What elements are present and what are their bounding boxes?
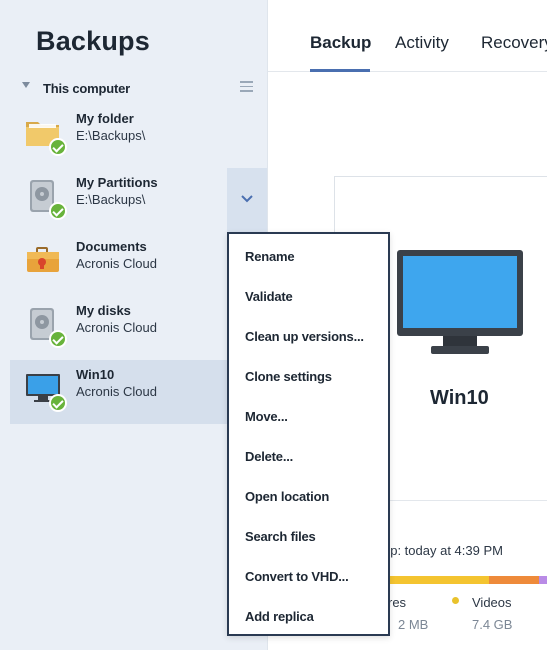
backup-name: My folder	[76, 111, 134, 126]
menu-item-search-files[interactable]: Search files	[245, 529, 316, 544]
hamburger-menu-icon[interactable]	[240, 81, 253, 93]
backup-location: E:\Backups\	[76, 192, 146, 207]
tab-backup[interactable]: Backup	[310, 33, 371, 53]
menu-item-clean-up-versions[interactable]: Clean up versions...	[245, 329, 364, 344]
backup-ok-check-icon	[49, 394, 67, 412]
backup-item-my-folder[interactable]: My folder E:\Backups\	[10, 104, 267, 168]
backup-name: My disks	[76, 303, 131, 318]
backup-location: Acronis Cloud	[76, 384, 157, 399]
legend-label: Videos	[472, 595, 512, 610]
menu-item-clone-settings[interactable]: Clone settings	[245, 369, 332, 384]
menu-item-validate[interactable]: Validate	[245, 289, 293, 304]
backup-name: Documents	[76, 239, 147, 254]
backup-location: Acronis Cloud	[76, 320, 157, 335]
monitor-icon	[397, 250, 525, 363]
backup-location: E:\Backups\	[76, 128, 146, 143]
usage-segment	[539, 576, 547, 584]
menu-item-convert-to-vhd[interactable]: Convert to VHD...	[245, 569, 349, 584]
monitor-icon	[25, 370, 67, 412]
backup-ok-check-icon	[49, 202, 67, 220]
menu-item-move[interactable]: Move...	[245, 409, 288, 424]
section-this-computer[interactable]: This computer	[0, 78, 268, 100]
backup-name: Win10	[76, 367, 115, 382]
section-label: This computer	[43, 81, 130, 96]
usage-segment	[489, 576, 539, 584]
backup-ok-check-icon	[49, 330, 67, 348]
backup-location: Acronis Cloud	[76, 256, 157, 271]
hard-drive-icon	[25, 178, 67, 220]
menu-item-open-location[interactable]: Open location	[245, 489, 329, 504]
menu-item-add-replica[interactable]: Add replica	[245, 609, 314, 624]
backup-ok-check-icon	[49, 138, 67, 156]
menu-item-delete[interactable]: Delete...	[245, 449, 293, 464]
chevron-down-icon	[241, 195, 253, 203]
legend-size: 2 MB	[398, 617, 429, 632]
legend-label: res	[388, 595, 407, 610]
legend-dot-icon	[452, 597, 459, 604]
folder-icon	[25, 114, 67, 156]
menu-item-rename[interactable]: Rename	[245, 249, 295, 264]
tab-recovery[interactable]: Recovery	[481, 33, 547, 53]
sidebar-title: Backups	[36, 26, 150, 56]
legend-size: 7.4 GB	[472, 617, 513, 632]
usage-segment	[383, 576, 489, 584]
source-title: Win10	[430, 387, 489, 409]
active-tab-indicator	[310, 69, 370, 72]
hard-drive-icon	[25, 306, 67, 348]
backup-options-dropdown-button[interactable]	[227, 168, 267, 232]
last-backup-text: up: today at 4:39 PM	[383, 543, 503, 558]
backup-item-my-partitions[interactable]: My Partitions E:\Backups\	[10, 168, 227, 232]
backup-context-menu: Rename Validate Clean up versions... Clo…	[227, 232, 390, 636]
caret-down-icon[interactable]	[22, 82, 30, 88]
briefcase-icon	[25, 242, 61, 278]
backup-name: My Partitions	[76, 175, 158, 190]
storage-usage-bar	[383, 576, 547, 584]
tab-activity[interactable]: Activity	[395, 33, 449, 53]
